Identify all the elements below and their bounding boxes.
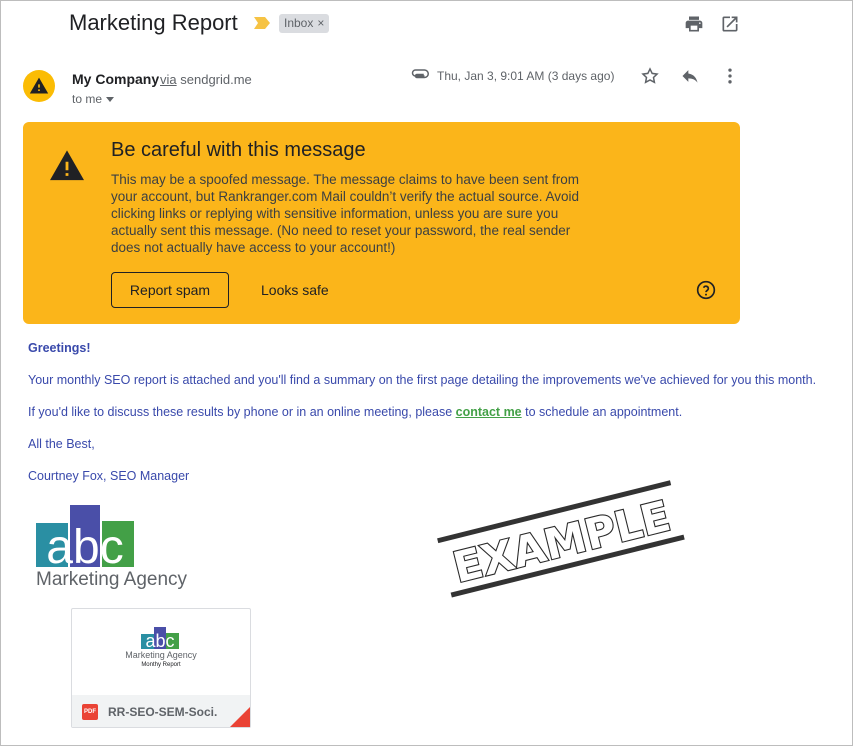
importance-marker-icon[interactable] xyxy=(254,17,270,29)
email-date: Thu, Jan 3, 9:01 AM (3 days ago) xyxy=(437,69,615,83)
warning-icon xyxy=(29,77,49,94)
spoof-warning-banner: Be careful with this message This may be… xyxy=(23,122,740,324)
stamp-text: EXAMPLE xyxy=(448,491,675,592)
page-fold-corner xyxy=(230,707,250,727)
warning-title: Be careful with this message xyxy=(111,139,366,161)
star-icon[interactable] xyxy=(640,66,660,86)
pdf-file-icon: PDF xyxy=(82,704,98,720)
via-domain: sendgrid.me xyxy=(180,72,252,87)
remove-label-icon[interactable]: × xyxy=(317,16,324,30)
contact-me-link[interactable]: contact me xyxy=(456,405,522,419)
attachment-icon xyxy=(411,69,429,79)
print-icon[interactable] xyxy=(684,14,704,34)
chevron-down-icon xyxy=(106,97,115,103)
greeting: Greetings! xyxy=(28,341,91,355)
open-in-new-window-icon[interactable] xyxy=(720,14,740,34)
sender-avatar-warning[interactable] xyxy=(23,70,55,102)
mini-logo: abc xyxy=(141,627,179,649)
sender-name[interactable]: My Company xyxy=(72,71,159,87)
contact-text-after: to schedule an appointment. xyxy=(521,405,683,419)
mini-logo-letters: abc xyxy=(145,631,174,649)
more-options-icon[interactable] xyxy=(720,66,740,86)
label-text: Inbox xyxy=(284,16,314,30)
report-spam-button[interactable]: Report spam xyxy=(111,272,229,308)
logo-caption: Marketing Agency xyxy=(36,569,188,590)
looks-safe-button[interactable]: Looks safe xyxy=(249,272,341,308)
inbox-label-chip[interactable]: Inbox × xyxy=(279,14,330,33)
logo-letters: abc xyxy=(46,521,123,574)
example-watermark-stamp: EXAMPLE xyxy=(437,480,685,598)
via-prefix: via xyxy=(160,72,177,87)
warning-triangle-icon xyxy=(50,150,84,181)
signature: Courtney Fox, SEO Manager xyxy=(28,469,190,483)
sender-via: via sendgrid.me xyxy=(160,72,252,87)
contact-text-before: If you'd like to discuss these results b… xyxy=(28,405,456,419)
preview-subcaption: Monthy Report xyxy=(141,662,181,668)
closing: All the Best, xyxy=(28,437,95,451)
recipient-text: to me xyxy=(72,92,103,106)
attachment-footer: PDF RR-SEO-SEM-Soci... xyxy=(72,695,250,727)
preview-caption: Marketing Agency xyxy=(125,650,197,660)
email-subject: Marketing Report xyxy=(69,10,238,35)
reply-icon[interactable] xyxy=(680,66,700,86)
attachment-preview: abc Marketing Agency Monthy Report xyxy=(72,609,250,695)
attachment-filename: RR-SEO-SEM-Soci... xyxy=(108,705,218,719)
pdf-attachment-card[interactable]: abc Marketing Agency Monthy Report PDF R… xyxy=(71,608,251,728)
body-line-contact: If you'd like to discuss these results b… xyxy=(28,405,682,419)
recipient-toggle[interactable]: to me xyxy=(72,92,115,106)
body-line-summary: Your monthly SEO report is attached and … xyxy=(28,373,817,387)
help-icon[interactable] xyxy=(696,280,716,300)
warning-body: This may be a spoofed message. The messa… xyxy=(111,172,579,255)
